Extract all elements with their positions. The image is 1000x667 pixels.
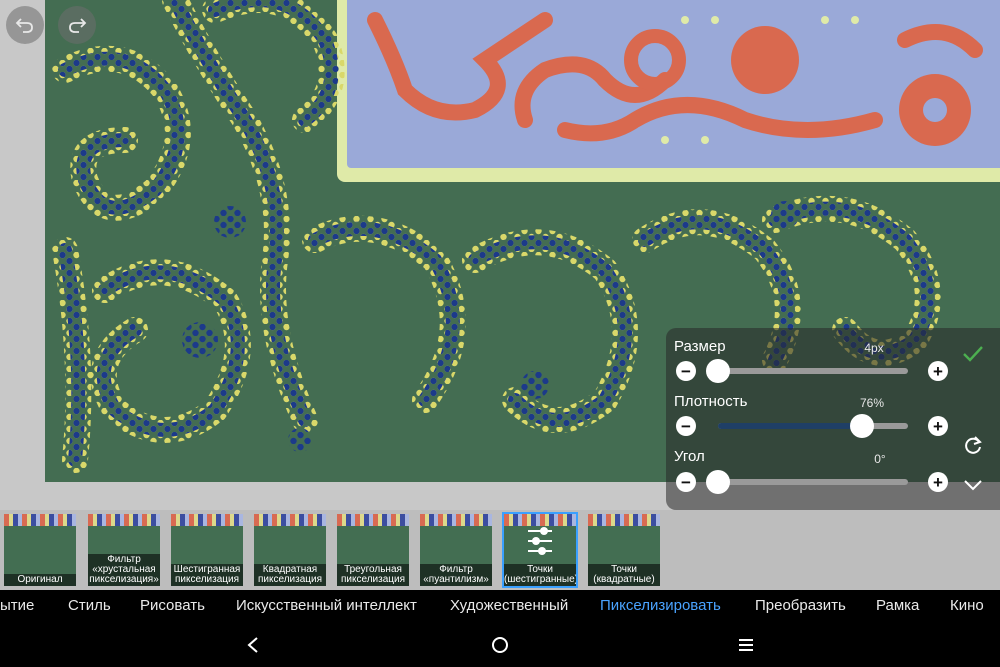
- angle-increase-button[interactable]: +: [928, 472, 948, 492]
- filter-thumbnail-dots-square[interactable]: Точки (квадратные): [588, 514, 660, 586]
- tab-transform[interactable]: Преобразить: [755, 597, 846, 614]
- thumbnail-preview: [420, 514, 492, 526]
- thumbnail-preview: [504, 514, 576, 526]
- size-slider-thumb[interactable]: [706, 359, 730, 383]
- density-slider-thumb[interactable]: [850, 414, 875, 438]
- size-slider[interactable]: [706, 359, 908, 383]
- redo-icon: [69, 18, 87, 33]
- size-value: 4px: [864, 341, 884, 355]
- density-increase-button[interactable]: +: [928, 416, 948, 436]
- size-label: Размер: [674, 338, 726, 355]
- undo-icon: [15, 18, 33, 33]
- filter-thumbnail-hexagonal[interactable]: Шестигранная пикселизация: [171, 514, 243, 586]
- undo-button[interactable]: [6, 6, 44, 44]
- system-navigation-bar: [0, 622, 1000, 667]
- tab-draw[interactable]: Рисовать: [140, 597, 205, 614]
- filter-thumbnail-pointillism[interactable]: Фильтр «пуантилизм»: [420, 514, 492, 586]
- filter-thumbnail-triangular[interactable]: Треугольная пикселизация: [337, 514, 409, 586]
- apply-check-icon[interactable]: [962, 344, 984, 364]
- reset-icon[interactable]: [962, 434, 984, 456]
- tab-artistic[interactable]: Художественный: [450, 597, 568, 614]
- category-tabs: ытие Стиль Рисовать Искусственный интелл…: [0, 590, 1000, 622]
- angle-decrease-button[interactable]: −: [676, 472, 696, 492]
- filter-thumbnail-original[interactable]: Оригинал: [4, 514, 76, 586]
- filter-caption: Фильтр «пуантилизм»: [420, 564, 492, 586]
- density-decrease-button[interactable]: −: [676, 416, 696, 436]
- back-icon[interactable]: [245, 636, 261, 654]
- image-canvas[interactable]: Размер 4px − + Плотность 76% − + Угол 0°…: [0, 0, 1000, 510]
- filter-thumbnail-square[interactable]: Квадратная пикселизация: [254, 514, 326, 586]
- tab-ai[interactable]: Искусственный интеллект: [236, 597, 417, 614]
- home-icon[interactable]: [490, 635, 510, 655]
- tab-style[interactable]: Стиль: [68, 597, 111, 614]
- angle-label: Угол: [674, 448, 705, 465]
- settings-sliders-icon: [528, 527, 552, 555]
- thumbnail-preview: [88, 514, 160, 526]
- filter-caption: Квадратная пикселизация: [254, 564, 326, 586]
- filter-caption: Шестигранная пикселизация: [171, 564, 243, 586]
- filter-caption: Точки (шестигранные): [504, 564, 576, 586]
- density-slider[interactable]: [718, 414, 908, 438]
- density-value: 76%: [859, 396, 885, 410]
- filter-thumbnail-dots-hex[interactable]: Точки (шестигранные): [502, 512, 578, 588]
- collapse-chevron-down-icon[interactable]: [963, 478, 983, 492]
- filter-caption: Треугольная пикселизация: [337, 564, 409, 586]
- size-decrease-button[interactable]: −: [676, 361, 696, 381]
- filter-strip: Оригинал Фильтр «хрустальная пикселизаци…: [0, 510, 1000, 590]
- size-increase-button[interactable]: +: [928, 361, 948, 381]
- thumbnail-preview: [254, 514, 326, 526]
- density-label: Плотность: [674, 393, 748, 410]
- tab-pixelate[interactable]: Пикселизировать: [600, 597, 721, 614]
- thumbnail-preview: [4, 514, 76, 526]
- tab-frame[interactable]: Рамка: [876, 597, 919, 614]
- menu-icon[interactable]: [737, 637, 755, 653]
- thumbnail-preview: [337, 514, 409, 526]
- filter-caption: Фильтр «хрустальная пикселизация»: [88, 554, 160, 586]
- thumbnail-preview: [171, 514, 243, 526]
- filter-caption: Оригинал: [4, 574, 76, 586]
- thumbnail-preview: [588, 514, 660, 526]
- angle-value: 0°: [874, 452, 886, 466]
- filter-thumbnail-crystal[interactable]: Фильтр «хрустальная пикселизация»: [88, 514, 160, 586]
- tab-cinema[interactable]: Кино: [950, 597, 984, 614]
- density-slider-fill: [718, 423, 863, 429]
- filter-caption: Точки (квадратные): [588, 564, 660, 586]
- tab-cover[interactable]: ытие: [0, 597, 34, 614]
- angle-slider[interactable]: [706, 470, 908, 494]
- effect-settings-panel: Размер 4px − + Плотность 76% − + Угол 0°…: [666, 328, 1000, 510]
- angle-slider-thumb[interactable]: [706, 470, 730, 494]
- redo-button[interactable]: [58, 6, 96, 44]
